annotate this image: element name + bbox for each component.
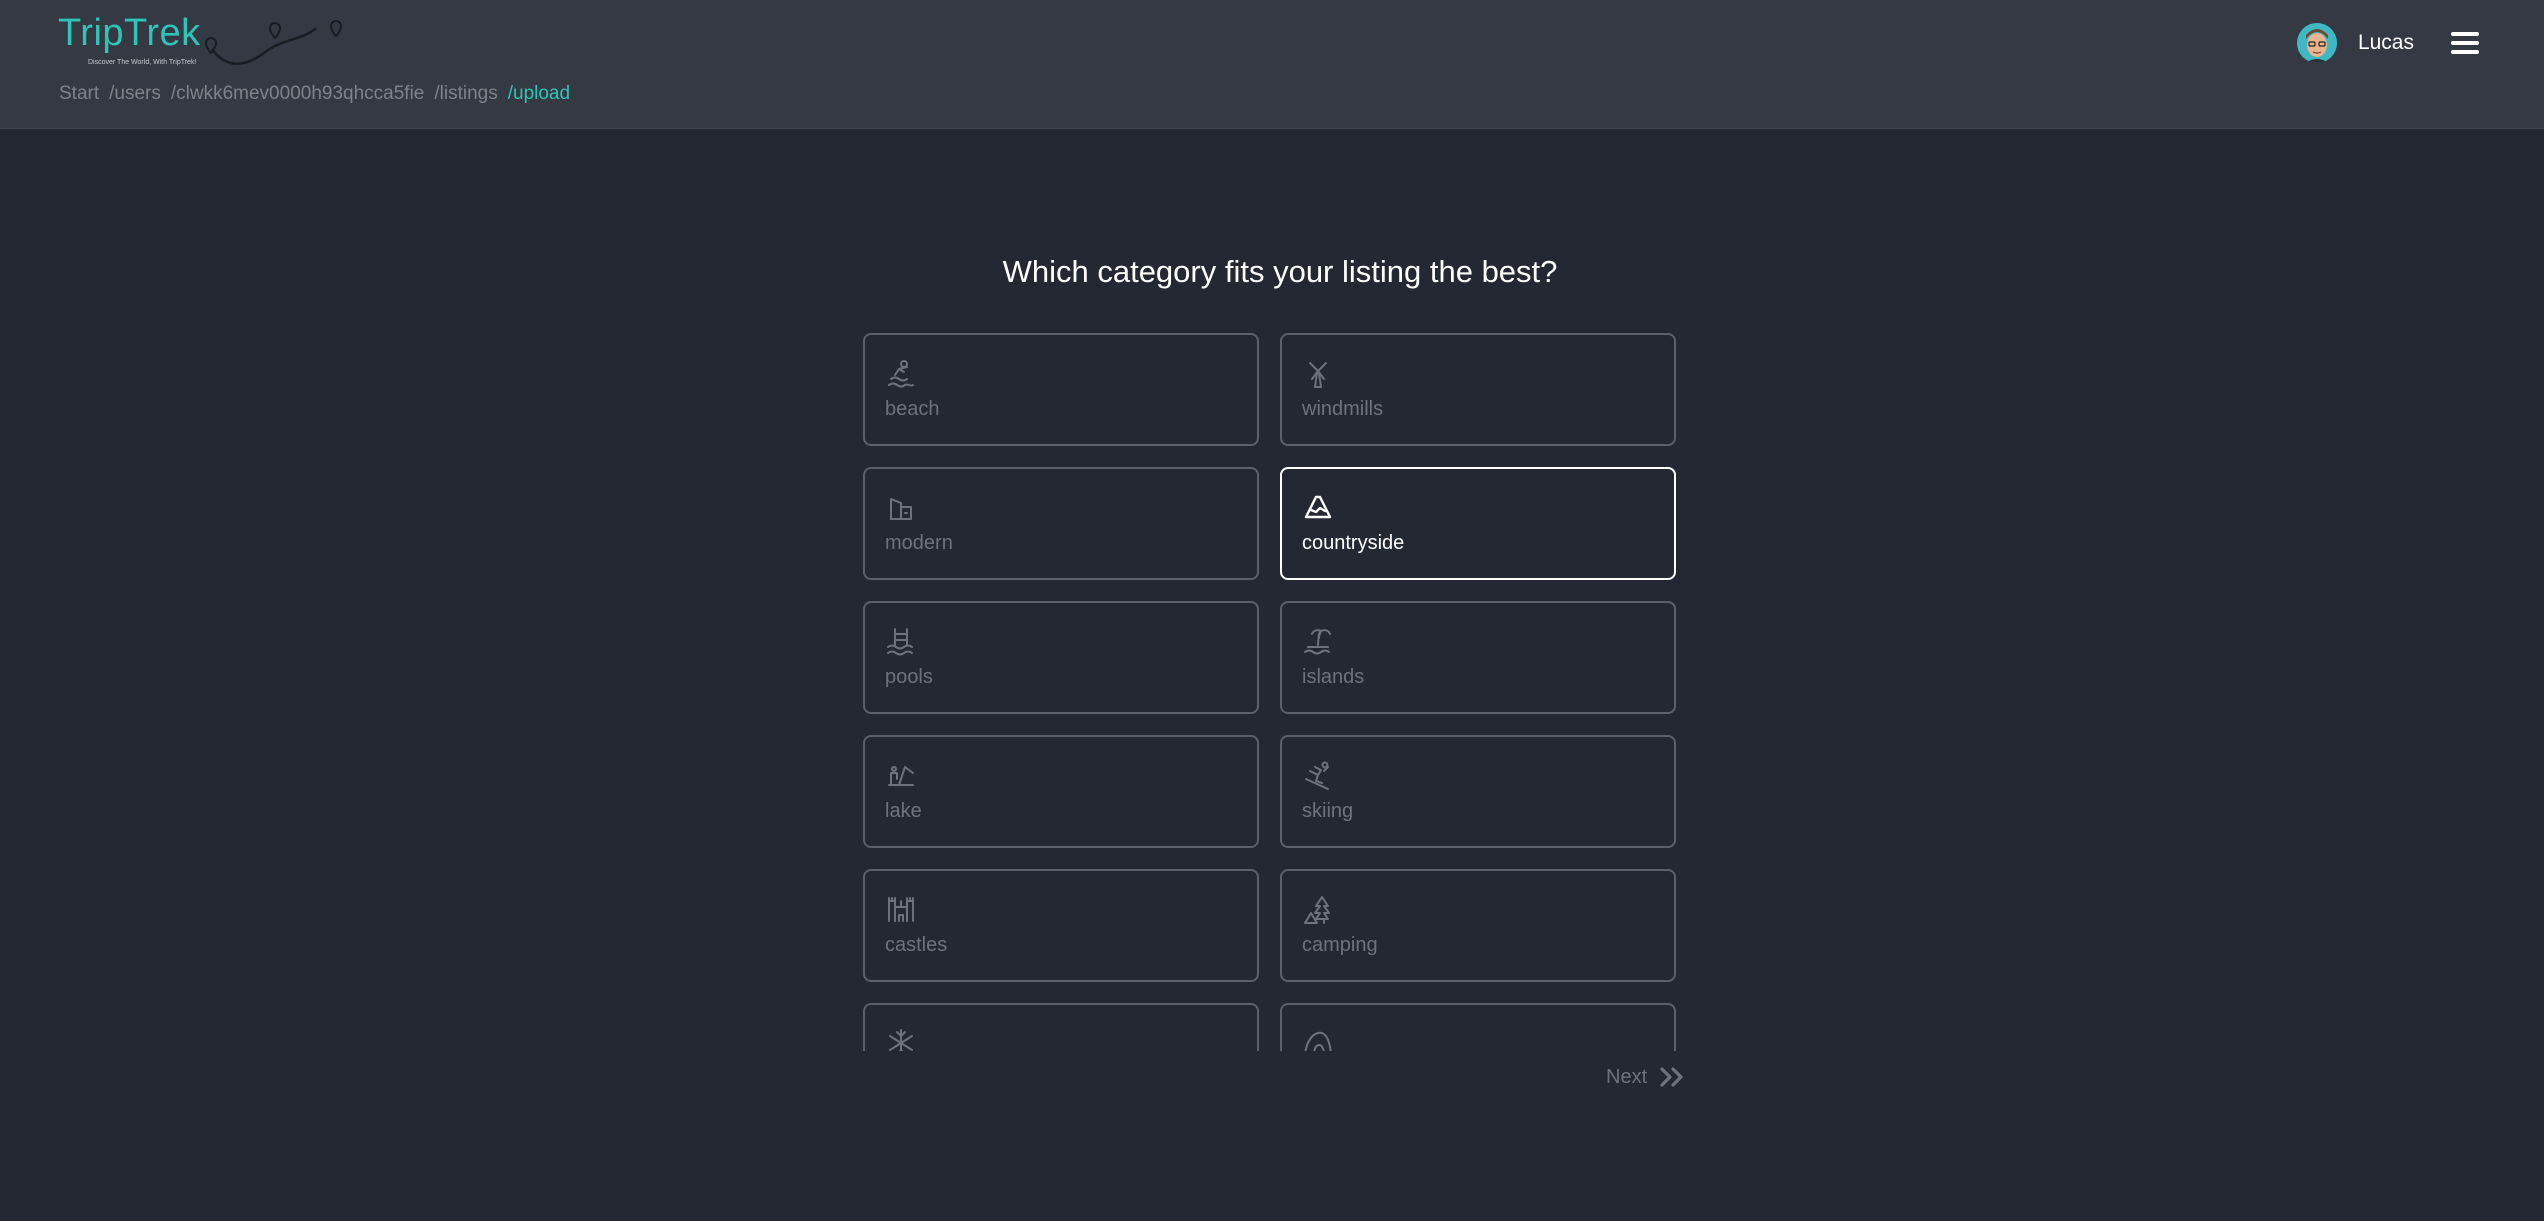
category-card-skiing[interactable]: skiing bbox=[1280, 735, 1676, 848]
category-label: countryside bbox=[1302, 532, 1405, 554]
lake-icon bbox=[888, 766, 914, 786]
user-name[interactable]: Lucas bbox=[2358, 31, 2414, 55]
category-card-castles[interactable]: castles bbox=[863, 869, 1259, 982]
mountain-icon bbox=[1304, 495, 1332, 519]
snowflake-icon bbox=[889, 1029, 913, 1051]
castle-icon bbox=[888, 897, 914, 922]
breadcrumb-upload[interactable]: /upload bbox=[508, 83, 570, 104]
modern-building-icon bbox=[890, 498, 912, 520]
skiing-icon bbox=[1305, 761, 1329, 790]
breadcrumb-start[interactable]: Start bbox=[59, 83, 99, 104]
next-label: Next bbox=[1606, 1065, 1648, 1088]
camping-icon bbox=[1304, 896, 1330, 924]
top-header: TripTrek Discover The World, With TripTr… bbox=[0, 0, 2544, 129]
category-list[interactable]: beach windmills modern countryside pools… bbox=[862, 333, 1678, 1051]
breadcrumb-user-id[interactable]: /clwkk6mev0000h93qhcca5fie bbox=[171, 83, 425, 104]
category-card-beach[interactable]: beach bbox=[863, 333, 1259, 446]
avatar-face-icon bbox=[2296, 23, 2337, 63]
next-button[interactable]: Next bbox=[1606, 1062, 1685, 1092]
category-label: skiing bbox=[1302, 800, 1354, 822]
category-card-lake[interactable]: lake bbox=[863, 735, 1259, 848]
category-card-arctic[interactable] bbox=[863, 1003, 1259, 1051]
category-card-cave[interactable] bbox=[1280, 1003, 1676, 1051]
category-label: lake bbox=[885, 800, 922, 822]
category-card-countryside[interactable]: countryside bbox=[1280, 467, 1676, 580]
breadcrumb-listings[interactable]: /listings bbox=[434, 83, 497, 104]
hamburger-menu-icon[interactable] bbox=[2451, 32, 2479, 54]
category-label: windmills bbox=[1302, 398, 1384, 420]
route-pin-icon bbox=[204, 20, 343, 65]
category-label: pools bbox=[885, 666, 933, 688]
category-label: camping bbox=[1302, 934, 1378, 956]
user-menu[interactable]: Lucas bbox=[2296, 22, 2479, 64]
breadcrumb-users[interactable]: /users bbox=[109, 83, 161, 104]
windmill-icon bbox=[1309, 362, 1327, 388]
category-label: islands bbox=[1302, 666, 1365, 688]
avatar[interactable] bbox=[2296, 23, 2337, 63]
beach-icon bbox=[888, 360, 914, 388]
category-card-camping[interactable]: camping bbox=[1280, 869, 1676, 982]
logo-tagline: Discover The World, With TripTrek! bbox=[88, 59, 197, 66]
category-card-windmills[interactable]: windmills bbox=[1280, 333, 1676, 446]
category-label: beach bbox=[885, 398, 940, 420]
island-icon bbox=[1304, 629, 1331, 655]
page-title: Which category fits your listing the bes… bbox=[1002, 254, 1558, 289]
category-card-pools[interactable]: pools bbox=[863, 601, 1259, 714]
category-card-islands[interactable]: islands bbox=[1280, 601, 1676, 714]
double-chevron-right-icon bbox=[1660, 1067, 1683, 1087]
category-label: castles bbox=[885, 934, 948, 956]
logo-text: TripTrek bbox=[58, 12, 201, 54]
category-card-modern[interactable]: modern bbox=[863, 467, 1259, 580]
category-label: modern bbox=[885, 532, 953, 554]
breadcrumb: Start/users/clwkk6mev0000h93qhcca5fie/li… bbox=[59, 83, 580, 105]
pool-icon bbox=[887, 628, 913, 656]
cave-icon bbox=[1304, 1031, 1332, 1051]
triptrek-logo[interactable]: TripTrek Discover The World, With TripTr… bbox=[58, 10, 343, 74]
